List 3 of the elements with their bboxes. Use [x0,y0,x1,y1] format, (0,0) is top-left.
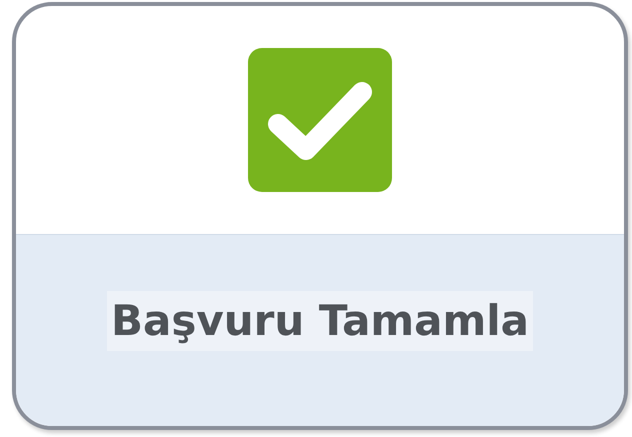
checkmark-icon [248,48,392,192]
tile-label: Başvuru Tamamla [106,290,534,350]
tile-card[interactable]: Başvuru Tamamla [12,2,628,430]
